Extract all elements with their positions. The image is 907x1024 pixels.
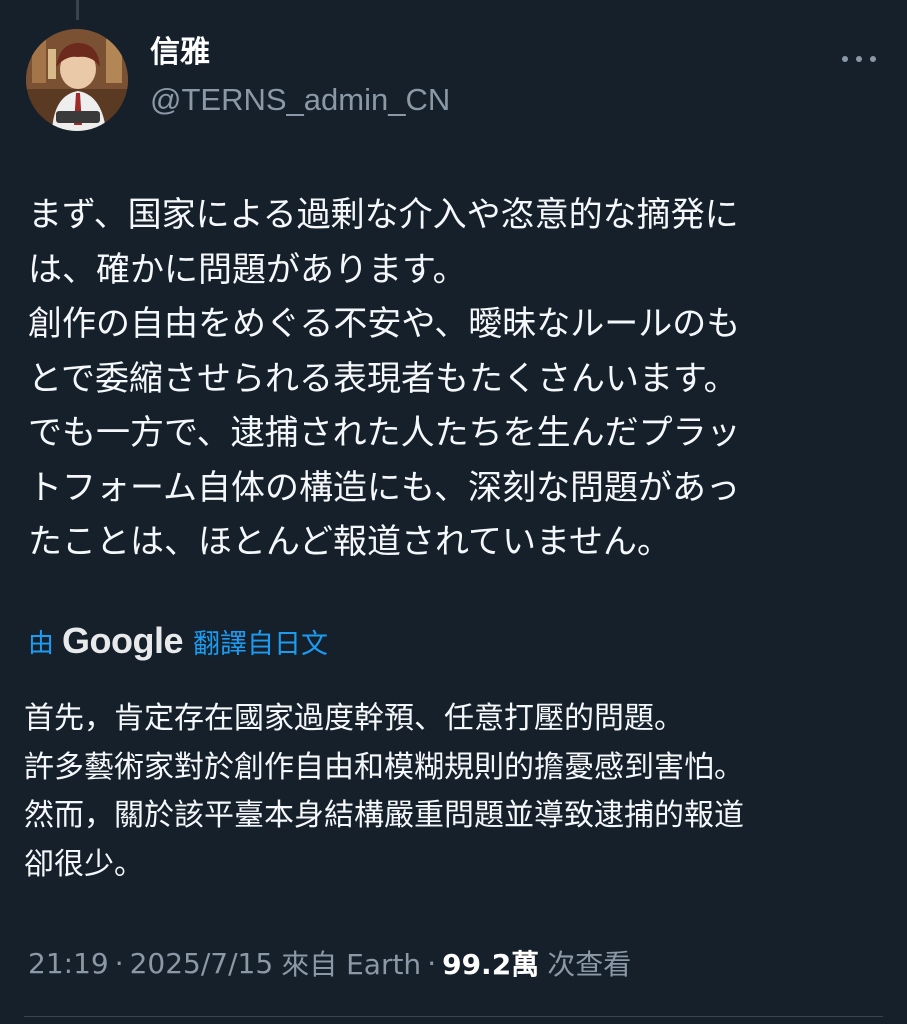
more-horizontal-icon-dot [870,56,876,62]
tweet-source: 來自 Earth [281,948,422,981]
tweet-text-line: まず、国家による過剰な介入や恣意的な摘発に [28,195,739,235]
avatar-image [26,29,128,131]
views-label: 次查看 [547,948,632,981]
author-display-name[interactable]: 信雅 [150,38,210,68]
views-count[interactable]: 99.2萬 [442,943,539,983]
translated-text: 首先，肯定存在國家過度幹預、任意打壓的問題。 許多藝術家對於創作自由和模糊規則的… [24,695,884,889]
avatar[interactable] [26,29,128,131]
translated-text-line: 卻很少。 [24,846,144,882]
tweet-text-line: とで委縮させられる表現者もたくさんいます。 [28,358,738,399]
translated-text-line: 首先，肯定存在國家過度幹預、任意打壓的問題。 [24,701,684,736]
tweet-date[interactable]: 2025/7/15 [130,947,274,980]
translation-by-label: 由 [28,628,55,659]
tweet-text-line: は、確かに問題があります。 [28,249,467,290]
meta-separator: · [114,946,124,980]
tweet-text-line: たことは、ほとんど報道されていません。 [28,522,671,562]
meta-separator: · [427,946,437,980]
more-horizontal-icon [842,56,848,62]
tweet-time[interactable]: 21:19 [28,947,109,980]
tweet-text-line: でも一方で、逮捕された人たちを生んだプラッ [28,413,741,453]
more-horizontal-icon-dot [856,56,862,62]
more-options-button[interactable] [836,46,882,72]
tweet-metadata: 21:19 · 2025/7/15 來自 Earth · 99.2萬 次查看 [28,940,631,986]
thread-connector-line [76,0,79,20]
translated-text-line: 然而，關於該平臺本身結構嚴重問題並導致逮捕的報道 [24,798,744,833]
tweet-text-line: トフォーム自体の構造にも、深刻な問題があっ [28,467,740,508]
translated-from-link[interactable]: 翻譯自日文 [193,622,328,661]
translation-attribution: 由 Google 翻譯自日文 [28,618,328,664]
translated-text-line: 許多藝術家對於創作自由和模糊規則的擔憂感到害怕。 [24,749,744,785]
divider [24,1016,883,1017]
tweet-text-line: 創作の自由をめぐる不安や、曖昧なルールのも [28,304,741,344]
author-handle[interactable]: @TERNS_admin_CN [150,84,450,115]
google-logo: Google [62,620,184,661]
tweet-text: まず、国家による過剰な介入や恣意的な摘発に は、確かに問題があります。 創作の自… [28,188,878,570]
